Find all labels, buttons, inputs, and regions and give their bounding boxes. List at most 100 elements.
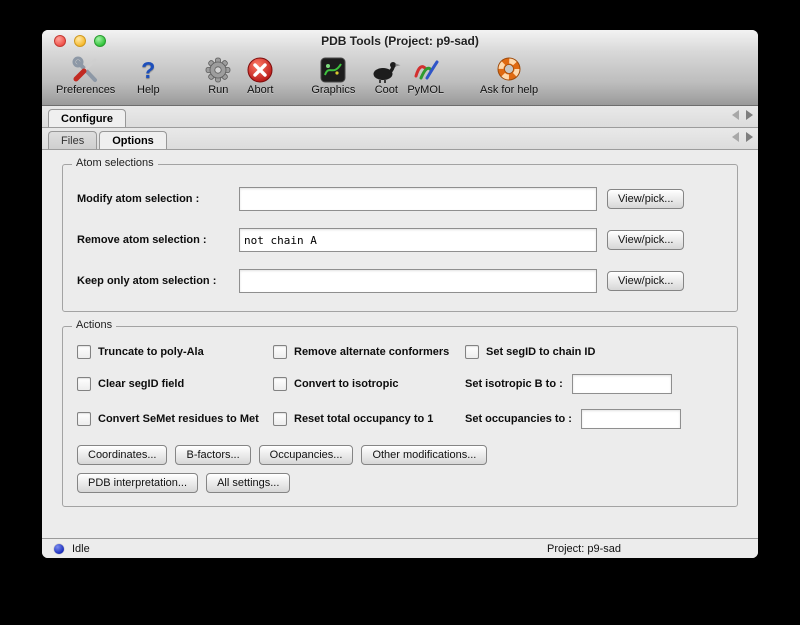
titlebar: PDB Tools (Project: p9-sad) — [42, 30, 758, 52]
toolbar-label: Preferences — [56, 84, 115, 96]
occupancies-button[interactable]: Occupancies... — [259, 445, 354, 465]
abort-x-icon — [246, 55, 274, 84]
pymol-icon — [412, 55, 440, 84]
checkbox-label: Reset total occupancy to 1 — [294, 413, 433, 425]
remove-atom-selection-input[interactable] — [239, 228, 597, 252]
other-modifications-button[interactable]: Other modifications... — [361, 445, 487, 465]
toolbar-item-coot[interactable]: Coot — [369, 55, 403, 96]
checkbox-label: Truncate to poly-Ala — [98, 346, 204, 358]
toolbar-label: PyMOL — [407, 84, 444, 96]
minimize-button-icon[interactable] — [74, 35, 86, 47]
gear-icon — [204, 55, 232, 84]
keep-only-atom-selection-input[interactable] — [239, 269, 597, 293]
checkbox-truncate-poly-ala[interactable]: Truncate to poly-Ala — [77, 345, 273, 359]
window-title: PDB Tools (Project: p9-sad) — [42, 30, 758, 52]
toolbar-label: Abort — [247, 84, 273, 96]
toolbar-item-preferences[interactable]: Preferences — [56, 55, 115, 96]
tab-scroll-left-icon[interactable] — [732, 110, 739, 120]
checkbox-label: Remove alternate conformers — [294, 346, 449, 358]
toolbar-item-ask-for-help[interactable]: Ask for help — [480, 55, 538, 96]
checkbox-icon — [465, 345, 479, 359]
remove-view-pick-button[interactable]: View/pick... — [607, 230, 684, 250]
checkbox-label: Convert SeMet residues to Met — [98, 413, 259, 425]
tab-files[interactable]: Files — [48, 131, 97, 149]
subtab-scroll-right-icon[interactable] — [746, 132, 753, 142]
keep-only-atom-selection-row: Keep only atom selection : View/pick... — [77, 269, 723, 293]
set-occupancies-label: Set occupancies to : — [465, 413, 572, 425]
actions-button-row-1: Coordinates... B-factors... Occupancies.… — [77, 445, 723, 465]
actions-group-label: Actions — [72, 319, 116, 331]
graphics-icon — [320, 55, 346, 84]
toolbar-item-run[interactable]: Run — [201, 55, 235, 96]
toolbar-label: Ask for help — [480, 84, 538, 96]
atom-selections-group-label: Atom selections — [72, 157, 158, 169]
checkbox-label: Set segID to chain ID — [486, 346, 595, 358]
set-occupancies-input[interactable] — [581, 409, 681, 429]
toolbar-label: Run — [208, 84, 228, 96]
project-label: Project: p9-sad — [547, 543, 621, 555]
set-occupancies-field: Set occupancies to : — [465, 409, 723, 429]
checkbox-reset-total-occupancy[interactable]: Reset total occupancy to 1 — [273, 412, 465, 426]
tools-icon — [71, 55, 101, 84]
set-isotropic-b-input[interactable] — [572, 374, 672, 394]
actions-checkbox-grid: Truncate to poly-Ala Remove alternate co… — [77, 345, 723, 429]
coot-bird-icon — [371, 55, 401, 84]
modify-view-pick-button[interactable]: View/pick... — [607, 189, 684, 209]
checkbox-convert-to-isotropic[interactable]: Convert to isotropic — [273, 377, 465, 391]
set-isotropic-b-field: Set isotropic B to : — [465, 374, 723, 394]
pdb-interpretation-button[interactable]: PDB interpretation... — [77, 473, 198, 493]
checkbox-label: Clear segID field — [98, 378, 184, 390]
status-bar: Idle Project: p9-sad — [42, 538, 758, 558]
close-button-icon[interactable] — [54, 35, 66, 47]
checkbox-icon — [273, 345, 287, 359]
toolbar-label: Graphics — [311, 84, 355, 96]
checkbox-remove-alternate-conformers[interactable]: Remove alternate conformers — [273, 345, 465, 359]
coordinates-button[interactable]: Coordinates... — [77, 445, 167, 465]
subtab-scroll-arrows — [732, 132, 753, 142]
subtab-row: Files Options — [42, 128, 758, 150]
pdb-tools-window: PDB Tools (Project: p9-sad) Preferences — [42, 30, 758, 558]
configure-tab-row: Configure — [42, 106, 758, 128]
question-mark-icon: ? — [141, 55, 155, 84]
checkbox-icon — [273, 377, 287, 391]
modify-atom-selection-label: Modify atom selection : — [77, 193, 239, 205]
modify-atom-selection-row: Modify atom selection : View/pick... — [77, 187, 723, 211]
toolbar: Preferences ? Help — [42, 52, 758, 105]
remove-atom-selection-label: Remove atom selection : — [77, 234, 239, 246]
tab-configure[interactable]: Configure — [48, 109, 126, 127]
subtab-scroll-left-icon[interactable] — [732, 132, 739, 142]
traffic-lights — [54, 35, 106, 47]
toolbar-item-help[interactable]: ? Help — [131, 55, 165, 96]
toolbar-item-graphics[interactable]: Graphics — [311, 55, 355, 96]
tab-scroll-right-icon[interactable] — [746, 110, 753, 120]
toolbar-item-abort[interactable]: Abort — [243, 55, 277, 96]
checkbox-icon — [77, 345, 91, 359]
checkbox-clear-segid-field[interactable]: Clear segID field — [77, 377, 273, 391]
checkbox-icon — [273, 412, 287, 426]
checkbox-label: Convert to isotropic — [294, 378, 399, 390]
lifebuoy-icon — [494, 55, 524, 84]
b-factors-button[interactable]: B-factors... — [175, 445, 250, 465]
tab-scroll-arrows — [732, 110, 753, 120]
tab-options[interactable]: Options — [99, 131, 167, 149]
atom-selections-group: Atom selections Modify atom selection : … — [62, 164, 738, 312]
all-settings-button[interactable]: All settings... — [206, 473, 290, 493]
remove-atom-selection-row: Remove atom selection : View/pick... — [77, 228, 723, 252]
modify-atom-selection-input[interactable] — [239, 187, 597, 211]
toolbar-label: Help — [137, 84, 160, 96]
toolbar-label: Coot — [375, 84, 398, 96]
set-isotropic-b-label: Set isotropic B to : — [465, 378, 563, 390]
keep-only-atom-selection-label: Keep only atom selection : — [77, 275, 239, 287]
options-panel: Atom selections Modify atom selection : … — [42, 150, 758, 507]
checkbox-icon — [77, 377, 91, 391]
keep-only-view-pick-button[interactable]: View/pick... — [607, 271, 684, 291]
actions-button-row-2: PDB interpretation... All settings... — [77, 473, 723, 493]
checkbox-icon — [77, 412, 91, 426]
toolbar-item-pymol[interactable]: PyMOL — [407, 55, 444, 96]
status-text: Idle — [72, 543, 90, 555]
checkbox-convert-semet-to-met[interactable]: Convert SeMet residues to Met — [77, 412, 273, 426]
desktop: PDB Tools (Project: p9-sad) Preferences — [0, 0, 800, 625]
window-header: PDB Tools (Project: p9-sad) Preferences — [42, 30, 758, 106]
zoom-button-icon[interactable] — [94, 35, 106, 47]
checkbox-set-segid-to-chain-id[interactable]: Set segID to chain ID — [465, 345, 723, 359]
